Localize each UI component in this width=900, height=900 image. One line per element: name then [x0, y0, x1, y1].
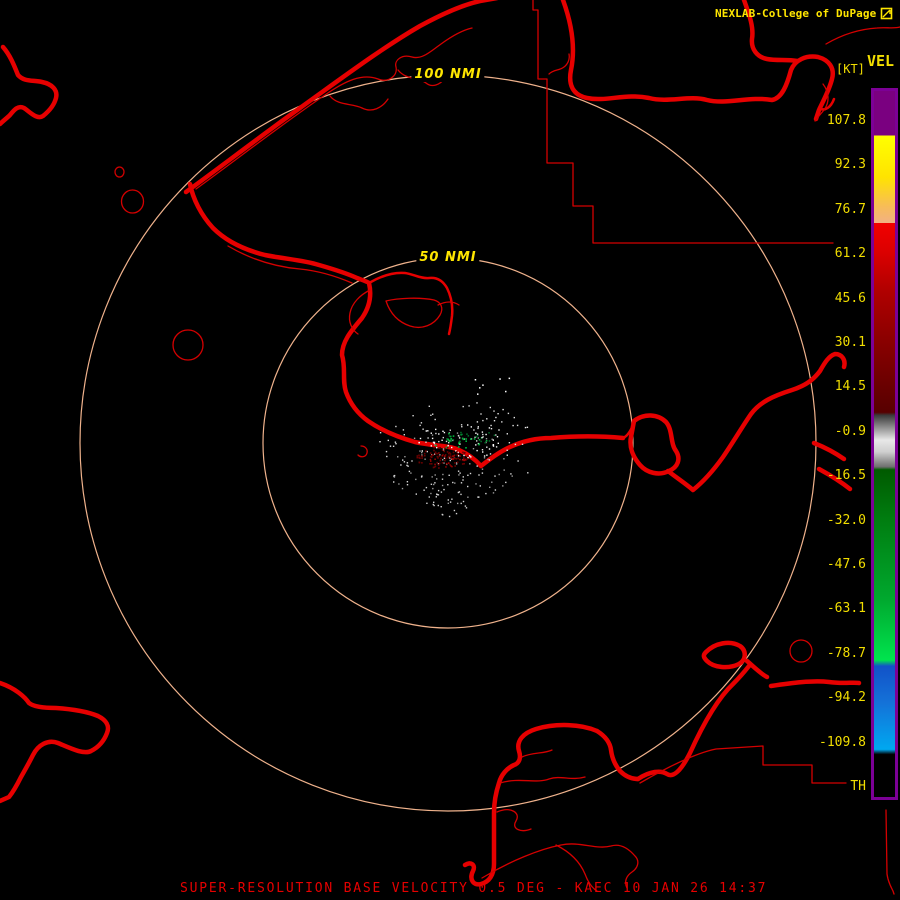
product-title: SUPER-RESOLUTION BASE VELOCITY 0.5 DEG -…	[180, 881, 768, 896]
colorbar	[871, 88, 898, 800]
coastline-path	[744, 658, 770, 680]
boundary-path	[825, 26, 900, 45]
colorbar-tick-label: -32.0	[826, 512, 866, 528]
boundary-path	[639, 745, 847, 784]
boundary-path	[120, 189, 145, 214]
colorbar-tick-label: -109.8	[819, 734, 866, 750]
colorbar-title: VEL	[867, 52, 895, 70]
colorbar-tick-label: 76.7	[834, 201, 866, 217]
cod-logo-icon	[881, 7, 893, 20]
boundary-path	[357, 445, 368, 458]
boundary-path	[548, 53, 570, 75]
coastline-path	[0, 44, 59, 127]
range-ring-label-100nmi: 100 NMI	[411, 67, 485, 82]
radar-canvas	[0, 0, 900, 895]
colorbar-tick-label: 92.3	[834, 157, 866, 173]
boundary-path	[172, 329, 204, 361]
boundary-path	[385, 297, 443, 329]
coastline-path	[768, 679, 862, 689]
boundary-path	[496, 809, 532, 832]
boundary-path	[195, 27, 473, 190]
coastline-path	[0, 680, 111, 804]
boundary-path	[885, 809, 895, 895]
radar-display: 100 NMI 50 NMI NEXLAB-College of DuPage …	[0, 0, 900, 900]
boundary-path	[521, 749, 553, 758]
colorbar-tick-label: 45.6	[834, 290, 866, 306]
colorbar-tick-label: -16.5	[826, 468, 866, 484]
colorbar-tick-label: -63.1	[826, 601, 866, 617]
coastline-path	[628, 413, 681, 476]
boundary-path	[499, 776, 586, 784]
colorbar-tick-label: 61.2	[834, 246, 866, 262]
coastline-path	[635, 663, 752, 782]
boundary-path	[329, 95, 389, 111]
map-boundaries	[0, 0, 900, 895]
range-ring-label-50nmi: 50 NMI	[416, 250, 480, 265]
colorbar-tick-label: -0.9	[834, 423, 866, 439]
boundary-path	[789, 639, 813, 663]
brand: NEXLAB-College of DuPage	[715, 7, 893, 20]
boundary-path	[532, 0, 834, 244]
colorbar-tick-label: -47.6	[826, 557, 866, 572]
coastline-path	[701, 640, 747, 670]
coastline-path	[811, 440, 847, 462]
colorbar-tick-label: 107.8	[826, 113, 866, 128]
colorbar-unit-label: [KT]	[836, 62, 865, 76]
colorbar-tick-label: -78.7	[826, 645, 866, 661]
brand-text: NEXLAB-College of DuPage	[715, 7, 877, 20]
coastline-path	[594, 728, 641, 782]
coastline-path	[183, 0, 499, 195]
colorbar-tick-label: 14.5	[834, 379, 866, 395]
colorbar-tick-label: TH	[850, 779, 866, 794]
colorbar-tick-label: 30.1	[834, 335, 866, 350]
boundary-path	[114, 166, 125, 178]
colorbar-tick-label: -94.2	[826, 690, 866, 706]
